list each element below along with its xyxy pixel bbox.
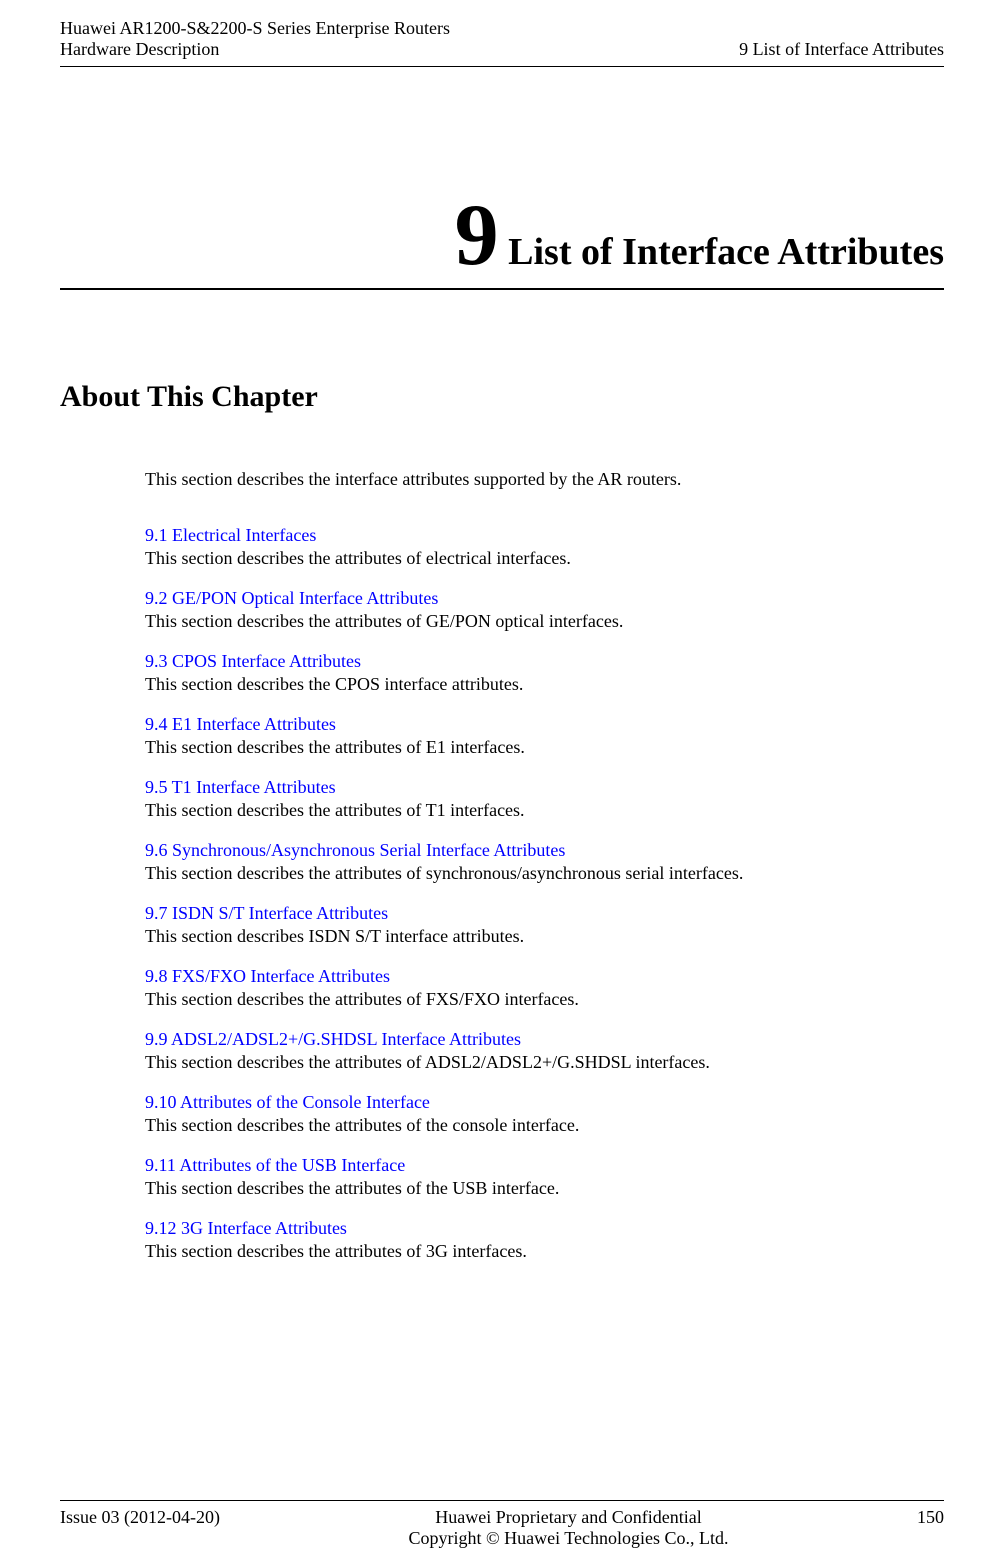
section-desc: This section describes the attributes of… bbox=[145, 1115, 579, 1135]
section-link[interactable]: 9.1 Electrical Interfaces bbox=[145, 525, 944, 546]
section-item: 9.2 GE/PON Optical Interface Attributes … bbox=[145, 588, 944, 632]
footer-center: Huawei Proprietary and Confidential Copy… bbox=[408, 1507, 728, 1549]
sections-list: 9.1 Electrical Interfaces This section d… bbox=[0, 490, 1004, 1262]
product-title-line2: Hardware Description bbox=[60, 39, 450, 60]
section-item: 9.7 ISDN S/T Interface Attributes This s… bbox=[145, 903, 944, 947]
section-link[interactable]: 9.7 ISDN S/T Interface Attributes bbox=[145, 903, 944, 924]
section-link[interactable]: 9.8 FXS/FXO Interface Attributes bbox=[145, 966, 944, 987]
footer-issue: Issue 03 (2012-04-20) bbox=[60, 1507, 220, 1528]
footer-content: Issue 03 (2012-04-20) Huawei Proprietary… bbox=[60, 1507, 944, 1549]
section-item: 9.9 ADSL2/ADSL2+/G.SHDSL Interface Attri… bbox=[145, 1029, 944, 1073]
intro-text: This section describes the interface att… bbox=[0, 414, 1004, 490]
section-item: 9.12 3G Interface Attributes This sectio… bbox=[145, 1218, 944, 1262]
section-item: 9.1 Electrical Interfaces This section d… bbox=[145, 525, 944, 569]
section-desc: This section describes the attributes of… bbox=[145, 1178, 559, 1198]
section-desc: This section describes ISDN S/T interfac… bbox=[145, 926, 524, 946]
section-link[interactable]: 9.3 CPOS Interface Attributes bbox=[145, 651, 944, 672]
section-desc: This section describes the attributes of… bbox=[145, 611, 623, 631]
header-left: Huawei AR1200-S&2200-S Series Enterprise… bbox=[60, 18, 450, 60]
section-desc: This section describes the attributes of… bbox=[145, 1052, 710, 1072]
section-item: 9.4 E1 Interface Attributes This section… bbox=[145, 714, 944, 758]
section-desc: This section describes the attributes of… bbox=[145, 737, 525, 757]
footer-proprietary: Huawei Proprietary and Confidential bbox=[408, 1507, 728, 1528]
section-item: 9.8 FXS/FXO Interface Attributes This se… bbox=[145, 966, 944, 1010]
section-link[interactable]: 9.4 E1 Interface Attributes bbox=[145, 714, 944, 735]
section-link[interactable]: 9.12 3G Interface Attributes bbox=[145, 1218, 944, 1239]
footer-page-number: 150 bbox=[917, 1507, 944, 1528]
section-desc: This section describes the attributes of… bbox=[145, 863, 743, 883]
section-link[interactable]: 9.6 Synchronous/Asynchronous Serial Inte… bbox=[145, 840, 944, 861]
section-item: 9.11 Attributes of the USB Interface Thi… bbox=[145, 1155, 944, 1199]
page-header: Huawei AR1200-S&2200-S Series Enterprise… bbox=[0, 0, 1004, 66]
chapter-number: 9 bbox=[455, 187, 499, 284]
section-desc: This section describes the attributes of… bbox=[145, 989, 579, 1009]
section-item: 9.6 Synchronous/Asynchronous Serial Inte… bbox=[145, 840, 944, 884]
section-desc: This section describes the attributes of… bbox=[145, 1241, 527, 1261]
footer-divider bbox=[60, 1500, 944, 1501]
product-title-line1: Huawei AR1200-S&2200-S Series Enterprise… bbox=[60, 18, 450, 39]
section-link[interactable]: 9.5 T1 Interface Attributes bbox=[145, 777, 944, 798]
section-link[interactable]: 9.2 GE/PON Optical Interface Attributes bbox=[145, 588, 944, 609]
header-right: 9 List of Interface Attributes bbox=[739, 18, 944, 60]
section-link[interactable]: 9.9 ADSL2/ADSL2+/G.SHDSL Interface Attri… bbox=[145, 1029, 944, 1050]
chapter-title: List of Interface Attributes bbox=[508, 231, 944, 273]
about-heading: About This Chapter bbox=[0, 290, 1004, 414]
chapter-reference: 9 List of Interface Attributes bbox=[739, 39, 944, 60]
section-item: 9.10 Attributes of the Console Interface… bbox=[145, 1092, 944, 1136]
section-link[interactable]: 9.10 Attributes of the Console Interface bbox=[145, 1092, 944, 1113]
chapter-header: 9 List of Interface Attributes bbox=[0, 67, 1004, 280]
section-desc: This section describes the attributes of… bbox=[145, 548, 571, 568]
section-desc: This section describes the CPOS interfac… bbox=[145, 674, 523, 694]
footer-copyright: Copyright © Huawei Technologies Co., Ltd… bbox=[408, 1528, 728, 1549]
section-link[interactable]: 9.11 Attributes of the USB Interface bbox=[145, 1155, 944, 1176]
section-item: 9.3 CPOS Interface Attributes This secti… bbox=[145, 651, 944, 695]
section-desc: This section describes the attributes of… bbox=[145, 800, 525, 820]
section-item: 9.5 T1 Interface Attributes This section… bbox=[145, 777, 944, 821]
page-footer: Issue 03 (2012-04-20) Huawei Proprietary… bbox=[60, 1500, 944, 1549]
